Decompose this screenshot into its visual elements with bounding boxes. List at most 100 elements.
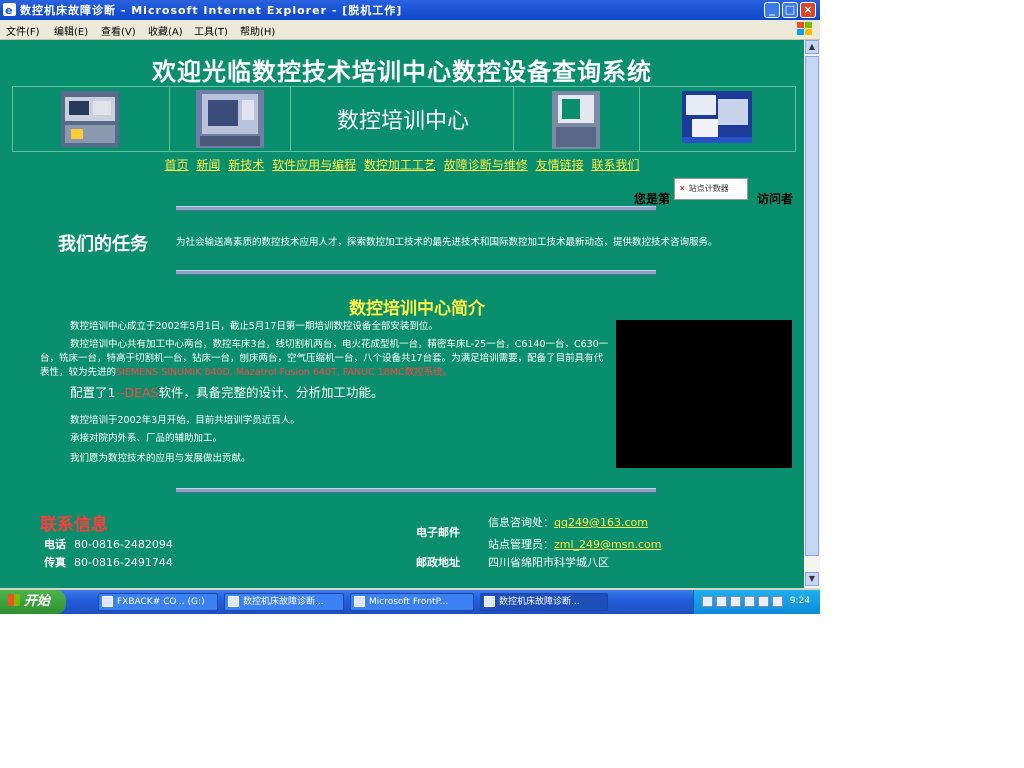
divider: [176, 270, 656, 275]
intro-paragraph: 承接对院内外系、厂品的辅助加工。: [70, 433, 223, 444]
taskbar-item[interactable]: FXBACK# CO... (G:): [98, 593, 218, 611]
fax-value: 80-0816-2491744: [74, 556, 173, 569]
input-method-icon[interactable]: [730, 596, 741, 607]
banner: 数控培训中心: [12, 86, 796, 152]
vertical-mill-image: [552, 91, 600, 149]
visitor-suffix: 访问者: [757, 192, 794, 206]
start-label: 开始: [24, 594, 51, 609]
intro-paragraph: 我们愿为数控技术的应用与发展做出贡献。: [70, 453, 251, 464]
intro-paragraph: 数控培训中心共有加工中心两台，数控车床3台，线切割机两台，电火花成型机一台，精密…: [40, 338, 610, 380]
menu-favorites[interactable]: 收藏(A): [148, 23, 183, 38]
intro-paragraph: 配置了1--DEAS软件，具备完整的设计、分析加工功能。: [70, 386, 610, 400]
taskbar-item-label: Microsoft FrontP...: [369, 597, 449, 607]
counter-label: 站点计数器: [688, 184, 729, 193]
system-tray: 9:24: [693, 590, 820, 614]
email-admin-link[interactable]: zml_249@msn.com: [554, 538, 661, 551]
taskbar-item-active[interactable]: 数控机床故障诊断...: [480, 593, 608, 611]
menu-tools[interactable]: 工具(T): [194, 23, 228, 38]
address-value: 四川省绵阳市科学城八区: [488, 556, 609, 569]
email-label: 电子邮件: [416, 526, 460, 539]
folder-icon: [102, 596, 113, 607]
menu-help[interactable]: 帮助(H): [240, 23, 275, 38]
visitor-counter: ✕ 站点计数器: [674, 178, 748, 200]
nav-software[interactable]: 软件应用与编程: [272, 158, 356, 172]
highlight-text: SIEMENS SINUMIK 840D, Mazatrol Fusion 64…: [116, 367, 453, 378]
start-button[interactable]: 开始: [0, 590, 66, 614]
windows-flag-icon: [8, 594, 20, 606]
taskbar-item[interactable]: 数控机床故障诊断...: [224, 593, 344, 611]
keyboard-icon[interactable]: [702, 596, 713, 607]
svg-text:e: e: [5, 4, 12, 16]
banner-cell: [13, 87, 170, 151]
nav-diagnosis[interactable]: 故障诊断与维修: [444, 158, 528, 172]
taskbar-item[interactable]: Microsoft FrontP...: [350, 593, 474, 611]
taskbar: 开始 FXBACK# CO... (G:) 数控机床故障诊断... Micros…: [0, 590, 820, 614]
fax-label: 传真: [44, 556, 66, 569]
page-content: 欢迎光临数控技术培训中心数控设备查询系统 数控培训中心 首页 新闻 新技术 软件…: [0, 40, 804, 588]
taskbar-item-label: 数控机床故障诊断...: [243, 597, 324, 607]
antivirus-icon[interactable]: [772, 596, 783, 607]
browser-icon: [228, 596, 239, 607]
intro-paragraph: 数控培训于2002年3月开始，目前共培训学员近百人。: [70, 415, 300, 426]
title-bar[interactable]: e 数控机床故障诊断 - Microsoft Internet Explorer…: [0, 0, 820, 20]
cnc-machine-image: [61, 91, 119, 147]
email-info-row: 信息咨询处：qq249@163.com: [488, 514, 648, 530]
scroll-down-icon[interactable]: ▼: [805, 572, 819, 586]
video-player[interactable]: [616, 320, 792, 468]
contact-heading: 联系信息: [40, 515, 108, 535]
minimize-button[interactable]: _: [764, 2, 780, 18]
taskbar-item-label: 数控机床故障诊断...: [499, 597, 580, 607]
close-button[interactable]: ×: [800, 2, 816, 18]
highlight-text: --DEAS: [115, 385, 159, 400]
divider: [176, 488, 656, 493]
menu-edit[interactable]: 编辑(E): [54, 23, 88, 38]
windows-logo-icon: [797, 22, 812, 35]
intro-paragraph: 数控培训中心成立于2002年5月1日，截止5月17日第一期培训数控设备全部安装到…: [70, 321, 438, 332]
network-icon[interactable]: [744, 596, 755, 607]
site-title: 欢迎光临数控技术培训中心数控设备查询系统: [152, 57, 652, 86]
scroll-thumb[interactable]: [805, 56, 819, 556]
menu-file[interactable]: 文件(F): [6, 23, 40, 38]
email-info-link[interactable]: qq249@163.com: [554, 516, 648, 529]
intro-text: 软件，具备完整的设计、分析加工功能。: [158, 385, 384, 400]
divider: [176, 206, 656, 211]
intro-text: 配置了1: [70, 385, 116, 400]
clock[interactable]: 9:24: [790, 596, 810, 606]
machining-center-image: [196, 90, 264, 148]
nav-contact[interactable]: 联系我们: [591, 158, 639, 172]
nav-new-tech[interactable]: 新技术: [228, 158, 264, 172]
menu-view[interactable]: 查看(V): [101, 23, 136, 38]
banner-cell: [170, 87, 291, 151]
email-admin-prefix: 站点管理员：: [488, 538, 554, 551]
mission-text: 为社会输送高素质的数控技术应用人才，探索数控加工技术的最先进技术和国际数控加工技…: [176, 237, 718, 248]
mission-heading: 我们的任务: [58, 234, 148, 255]
visitor-prefix: 您是第: [634, 192, 671, 206]
window-title: 数控机床故障诊断 - Microsoft Internet Explorer -…: [20, 4, 403, 17]
fax-row: 传真 80-0816-2491744: [44, 554, 173, 570]
volume-icon[interactable]: [758, 596, 769, 607]
phone-row: 电话 80-0816-2482094: [44, 536, 173, 552]
broken-image-icon: ✕: [679, 184, 686, 193]
intro-heading: 数控培训中心简介: [349, 299, 485, 319]
software-screenshot-image: [682, 91, 752, 143]
nav-bar: 首页 新闻 新技术 软件应用与编程 数控加工工艺 故障诊断与维修 友情链接 联系…: [0, 156, 804, 173]
menu-bar: 文件(F) 编辑(E) 查看(V) 收藏(A) 工具(T) 帮助(H): [0, 20, 820, 40]
help-icon[interactable]: [716, 596, 727, 607]
email-info-prefix: 信息咨询处：: [488, 516, 554, 529]
ie-icon: e: [3, 3, 16, 16]
nav-process[interactable]: 数控加工工艺: [364, 158, 436, 172]
nav-home[interactable]: 首页: [165, 158, 189, 172]
phone-value: 80-0816-2482094: [74, 538, 173, 551]
maximize-button[interactable]: □: [782, 2, 798, 18]
taskbar-item-label: FXBACK# CO... (G:): [117, 597, 205, 607]
phone-label: 电话: [44, 538, 66, 551]
banner-cell: [640, 87, 795, 151]
scroll-up-icon[interactable]: ▲: [805, 40, 819, 54]
ie-window: e 数控机床故障诊断 - Microsoft Internet Explorer…: [0, 0, 820, 614]
email-admin-row: 站点管理员：zml_249@msn.com: [488, 536, 661, 552]
nav-links[interactable]: 友情链接: [536, 158, 584, 172]
banner-title: 数控培训中心: [336, 109, 469, 134]
address-label: 邮政地址: [416, 556, 460, 569]
nav-news[interactable]: 新闻: [196, 158, 220, 172]
vertical-scrollbar[interactable]: ▲ ▼: [804, 40, 820, 588]
